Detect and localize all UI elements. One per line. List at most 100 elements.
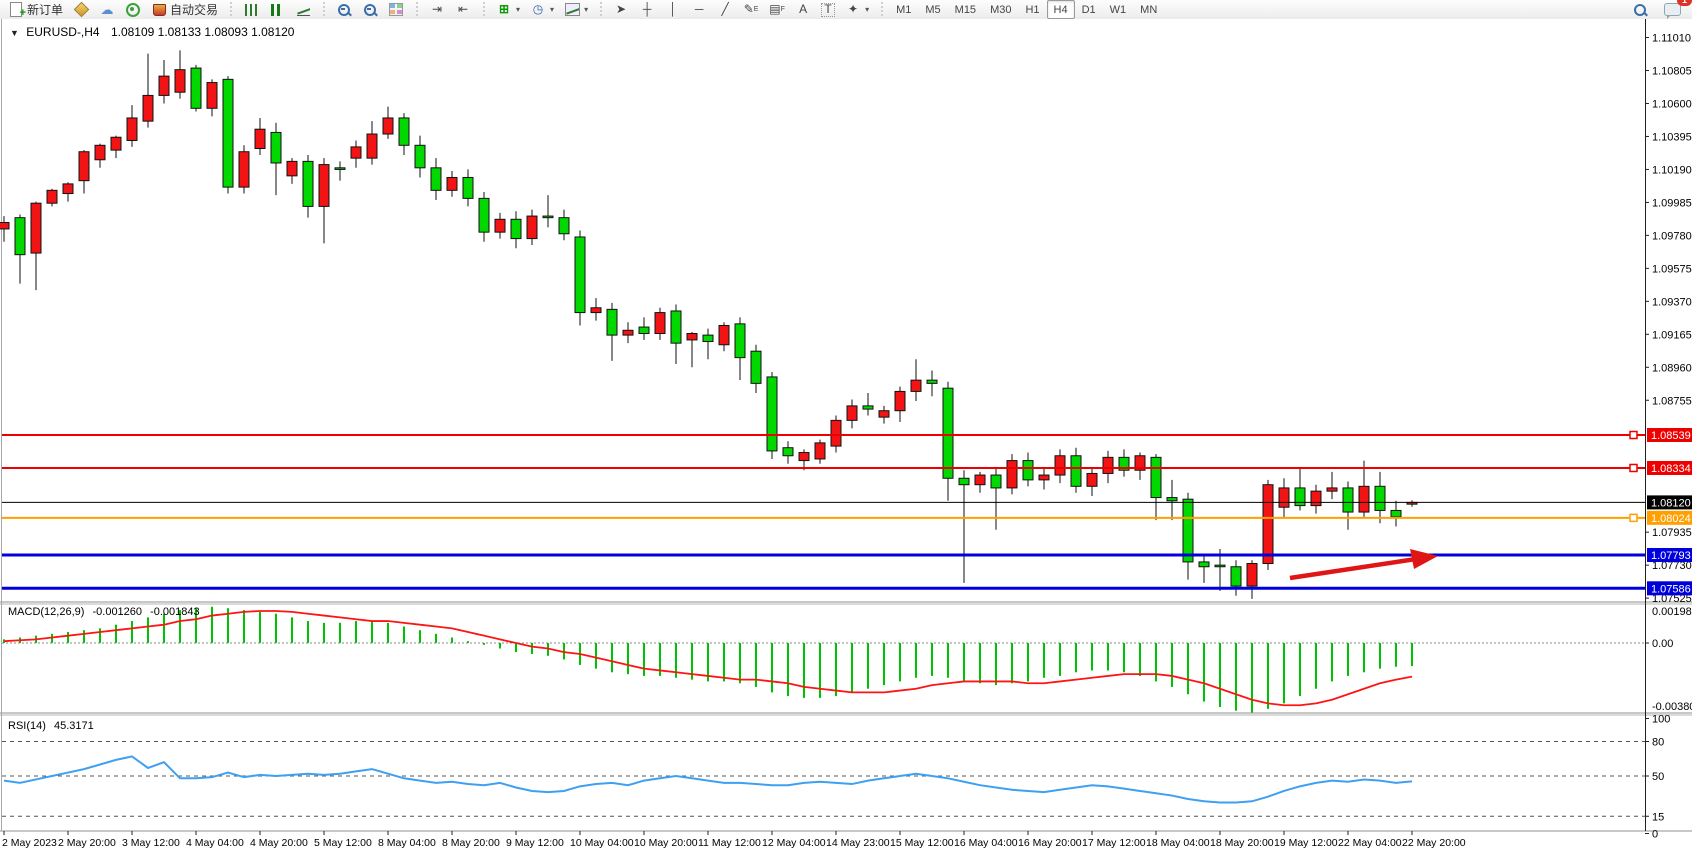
- bull-candle: [879, 411, 889, 417]
- price-tick-label: 1.10805: [1652, 65, 1692, 77]
- bull-candle: [815, 443, 825, 459]
- timeframe-button-w1[interactable]: W1: [1103, 0, 1134, 19]
- price-tick-label: 1.09780: [1652, 230, 1692, 242]
- bull-candle: [0, 223, 9, 229]
- horizontal-line-tool-button[interactable]: ─: [686, 0, 712, 20]
- timeframe-button-mn[interactable]: MN: [1133, 0, 1164, 19]
- price-tick-label: 1.08960: [1652, 362, 1692, 374]
- bear-candle: [15, 218, 25, 255]
- time-tick-label: 18 May 04:00: [1146, 837, 1210, 849]
- bear-candle: [1375, 486, 1385, 510]
- timeframe-button-m5[interactable]: M5: [918, 0, 947, 19]
- line-chart-button[interactable]: [290, 0, 316, 20]
- arrows-tool-button[interactable]: ✦▾: [840, 0, 874, 20]
- period-button[interactable]: ◷▾: [525, 0, 559, 20]
- timeframe-button-d1[interactable]: D1: [1075, 0, 1103, 19]
- macd-axis-zero: 0.00: [1652, 638, 1673, 650]
- new-order-button[interactable]: 新订单: [3, 0, 68, 20]
- vertical-line-tool-button[interactable]: │: [660, 0, 686, 20]
- bull-candle: [895, 391, 905, 410]
- time-tick-label: 2 May 20:00: [58, 837, 116, 849]
- bull-candle: [63, 184, 73, 194]
- bear-candle: [575, 237, 585, 313]
- bear-candle: [1215, 565, 1225, 567]
- time-tick-label: 22 May 20:00: [1402, 837, 1466, 849]
- rsi-axis-label: 15: [1652, 811, 1664, 823]
- indicator-add-button[interactable]: ⊞▾: [491, 0, 525, 20]
- timeframe-button-m1[interactable]: M1: [889, 0, 918, 19]
- new-order-icon: [8, 2, 24, 17]
- bull-candle: [1311, 491, 1321, 505]
- bull-candle: [655, 313, 665, 334]
- text-label-icon: T: [821, 3, 835, 17]
- chart-shift-button[interactable]: ⇤: [450, 0, 476, 20]
- toolbar-separator: [879, 2, 884, 17]
- zoom-out-button[interactable]: [357, 0, 383, 20]
- notifications-button[interactable]: 1: [1659, 0, 1686, 20]
- time-tick-label: 17 May 12:00: [1082, 837, 1146, 849]
- bear-candle: [1167, 498, 1177, 501]
- bar-chart-button[interactable]: [238, 0, 264, 20]
- time-tick-label: 2 May 2023: [2, 837, 57, 849]
- zoom-out-icon: [362, 2, 378, 17]
- bull-candle: [47, 190, 57, 203]
- bull-candle: [287, 161, 297, 175]
- tile-windows-button[interactable]: [383, 0, 409, 20]
- hline-handle[interactable]: [1630, 464, 1637, 471]
- bull-candle: [1055, 456, 1065, 475]
- toolbar-separator: [414, 2, 419, 17]
- time-tick-label: 10 May 04:00: [570, 837, 634, 849]
- bull-candle: [207, 83, 217, 109]
- time-tick-label: 14 May 23:00: [826, 837, 890, 849]
- timeframe-toolbar: M1M5M15M30H1H4D1W1MN: [886, 0, 1167, 19]
- autotrading-button[interactable]: 自动交易: [146, 0, 223, 20]
- time-tick-label: 22 May 04:00: [1338, 837, 1402, 849]
- zoom-in-button[interactable]: [331, 0, 357, 20]
- timeframe-button-h1[interactable]: H1: [1018, 0, 1046, 19]
- bull-candle: [847, 406, 857, 420]
- timeframe-button-m15[interactable]: M15: [948, 0, 983, 19]
- auto-scroll-button[interactable]: ⇥: [424, 0, 450, 20]
- timeframe-button-h4[interactable]: H4: [1047, 0, 1075, 19]
- price-tick-label: 1.07935: [1652, 527, 1692, 539]
- new-chart-button[interactable]: [68, 0, 94, 20]
- text-label-tool-button[interactable]: T: [816, 0, 840, 20]
- market-watch-button[interactable]: ☁: [94, 0, 120, 20]
- bull-candle: [687, 333, 697, 339]
- bear-candle: [415, 145, 425, 168]
- bull-candle: [591, 308, 601, 313]
- search-icon: [1632, 2, 1648, 17]
- bull-candle: [1327, 488, 1337, 491]
- time-tick-label: 8 May 04:00: [378, 837, 436, 849]
- bear-candle: [303, 161, 313, 206]
- bear-candle: [1199, 562, 1209, 567]
- time-tick-label: 19 May 12:00: [1274, 837, 1338, 849]
- fibonacci-tool-button[interactable]: ▤F: [764, 0, 790, 20]
- bull-candle: [143, 95, 153, 121]
- autotrading-label: 自动交易: [170, 1, 218, 18]
- chart-canvas[interactable]: 1.110101.108051.106001.103951.101901.099…: [0, 19, 1692, 854]
- time-tick-label: 15 May 12:00: [890, 837, 954, 849]
- time-tick-label: 18 May 20:00: [1210, 837, 1274, 849]
- bear-candle: [431, 168, 441, 191]
- template-icon: [564, 2, 580, 17]
- trendline-tool-button[interactable]: ╱: [712, 0, 738, 20]
- bull-candle: [623, 330, 633, 335]
- hline-handle[interactable]: [1630, 514, 1637, 521]
- navigator-button[interactable]: [120, 0, 146, 20]
- candlestick-chart-button[interactable]: [264, 0, 290, 20]
- crosshair-tool-button[interactable]: ┼: [634, 0, 660, 20]
- timeframe-button-m30[interactable]: M30: [983, 0, 1018, 19]
- equidistant-channel-tool-button[interactable]: ✎E: [738, 0, 764, 20]
- price-tick-label: 1.10190: [1652, 164, 1692, 176]
- hline-handle[interactable]: [1630, 432, 1637, 439]
- cursor-tool-button[interactable]: ➤: [608, 0, 634, 20]
- bull-candle: [319, 165, 329, 207]
- text-tool-button[interactable]: A: [790, 0, 816, 20]
- template-button[interactable]: ▾: [559, 0, 593, 20]
- bear-candle: [1295, 488, 1305, 506]
- bear-candle: [1151, 457, 1161, 497]
- price-badge-label: 1.08334: [1651, 463, 1691, 475]
- price-tick-label: 1.10600: [1652, 98, 1692, 110]
- search-button[interactable]: [1627, 0, 1653, 20]
